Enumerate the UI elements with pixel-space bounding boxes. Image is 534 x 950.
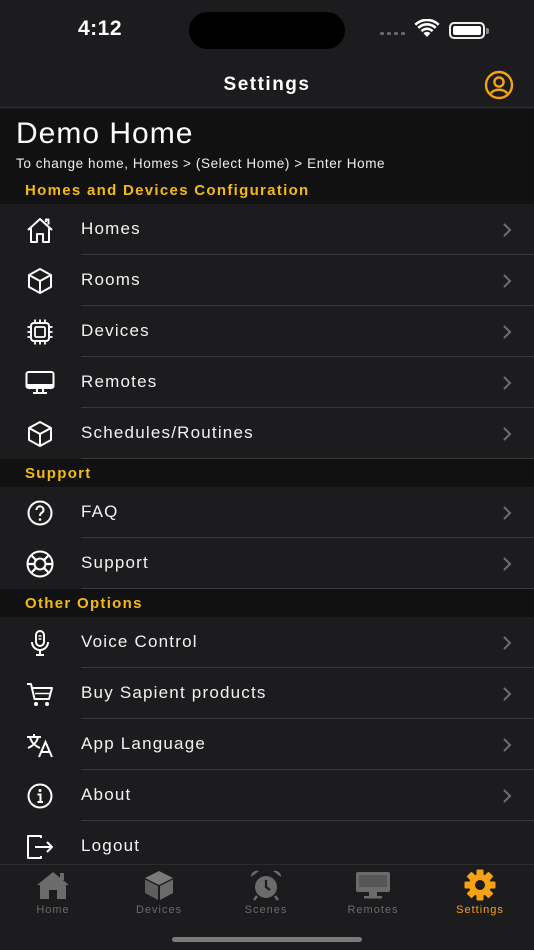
- item-label: About: [81, 785, 132, 804]
- settings-item-rooms[interactable]: Rooms: [0, 255, 534, 306]
- gear-icon: [427, 869, 533, 901]
- tab-settings[interactable]: Settings: [427, 869, 533, 919]
- section-title: Homes and Devices Configuration: [25, 182, 310, 199]
- page-title: Settings: [223, 74, 311, 95]
- microphone-icon: [25, 629, 55, 657]
- chevron-right-icon: [503, 557, 512, 571]
- tab-label: Scenes: [244, 904, 288, 916]
- info-circle-icon: [25, 782, 55, 810]
- settings-item-buy-products[interactable]: Buy Sapient products: [0, 668, 534, 719]
- section-title: Other Options: [25, 595, 143, 612]
- lifebuoy-icon: [25, 550, 55, 578]
- cart-icon: [25, 680, 55, 708]
- settings-item-remotes[interactable]: Remotes: [0, 357, 534, 408]
- section-header-other: Other Options: [0, 589, 534, 618]
- item-label: Support: [81, 553, 149, 572]
- item-label: Schedules/Routines: [81, 423, 254, 442]
- other-options-list: Voice Control Buy Sapient products App L…: [0, 617, 534, 872]
- chevron-right-icon: [503, 506, 512, 520]
- section-header-support: Support: [0, 459, 534, 487]
- chevron-right-icon: [503, 223, 512, 237]
- tab-label: Settings: [456, 904, 504, 916]
- section-title: Support: [25, 465, 92, 482]
- section-header-configuration: Homes and Devices Configuration: [0, 176, 534, 204]
- cube-fill-icon: [106, 869, 212, 901]
- tab-label: Devices: [135, 904, 183, 916]
- house-fill-icon: [0, 869, 106, 901]
- chevron-right-icon: [503, 789, 512, 803]
- profile-icon[interactable]: [484, 70, 514, 100]
- house-icon: [25, 216, 55, 244]
- cellular-signal-icon: [380, 32, 405, 35]
- wifi-icon: [414, 19, 440, 37]
- alarm-clock-icon: [213, 869, 319, 901]
- configuration-list: Homes Rooms Devices Remotes Schedules/Ro…: [0, 204, 534, 459]
- chevron-right-icon: [503, 427, 512, 441]
- item-label: Homes: [81, 219, 141, 238]
- battery-icon: [449, 22, 489, 39]
- settings-item-homes[interactable]: Homes: [0, 204, 534, 255]
- chevron-right-icon: [503, 325, 512, 339]
- chevron-right-icon: [503, 738, 512, 752]
- tab-home[interactable]: Home: [0, 869, 106, 919]
- display-icon: [25, 369, 55, 397]
- dynamic-island: [189, 12, 345, 49]
- settings-item-app-language[interactable]: App Language: [0, 719, 534, 770]
- status-bar: 4:12: [0, 0, 534, 60]
- home-indicator: [172, 937, 362, 942]
- settings-item-about[interactable]: About: [0, 770, 534, 821]
- translate-icon: [25, 731, 55, 759]
- chip-icon: [25, 318, 55, 346]
- tv-icon: [320, 869, 426, 901]
- settings-item-voice-control[interactable]: Voice Control: [0, 617, 534, 668]
- chevron-right-icon: [503, 687, 512, 701]
- question-circle-icon: [25, 499, 55, 527]
- settings-item-schedules[interactable]: Schedules/Routines: [0, 408, 534, 459]
- item-label: App Language: [81, 734, 207, 753]
- item-label: Devices: [81, 321, 150, 340]
- home-change-hint: To change home, Homes > (Select Home) > …: [16, 156, 386, 171]
- logout-icon: [25, 833, 55, 861]
- chevron-right-icon: [503, 376, 512, 390]
- status-time: 4:12: [78, 17, 123, 40]
- tab-label: Remotes: [347, 904, 399, 916]
- item-label: Buy Sapient products: [81, 683, 267, 702]
- tab-remotes[interactable]: Remotes: [320, 869, 426, 919]
- chevron-right-icon: [503, 274, 512, 288]
- item-label: Remotes: [81, 372, 158, 391]
- item-label: Rooms: [81, 270, 141, 289]
- cube-icon: [25, 420, 55, 448]
- tab-devices[interactable]: Devices: [106, 869, 212, 919]
- settings-item-support[interactable]: Support: [0, 538, 534, 589]
- item-label: FAQ: [81, 502, 119, 521]
- settings-item-faq[interactable]: FAQ: [0, 487, 534, 538]
- tab-label: Home: [36, 904, 70, 916]
- home-name: Demo Home: [16, 117, 194, 150]
- item-label: Voice Control: [81, 632, 198, 651]
- support-list: FAQ Support: [0, 487, 534, 589]
- settings-item-devices[interactable]: Devices: [0, 306, 534, 357]
- cube-icon: [25, 267, 55, 295]
- navigation-bar: Settings: [0, 60, 534, 108]
- item-label: Logout: [81, 836, 141, 855]
- chevron-right-icon: [503, 636, 512, 650]
- tab-scenes[interactable]: Scenes: [213, 869, 319, 919]
